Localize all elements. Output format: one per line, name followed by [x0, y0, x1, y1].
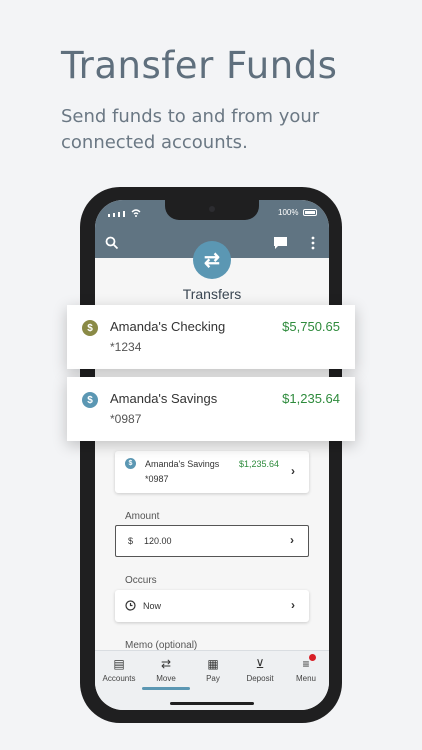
- to-account-balance: $1,235.64: [239, 459, 280, 469]
- amount-input[interactable]: $ 120.00 ›: [115, 525, 309, 557]
- occurs-value: Now: [143, 601, 162, 611]
- account-balance: $5,750.65: [282, 319, 340, 334]
- wifi-icon: [131, 209, 141, 217]
- signal-icon: [108, 209, 141, 217]
- phone-notch: [165, 200, 259, 220]
- nav-item-pay[interactable]: ▦ Pay: [190, 657, 236, 683]
- account-option-checking[interactable]: $ Amanda's Checking *1234 $5,750.65: [67, 305, 355, 369]
- pay-icon: ▦: [207, 657, 219, 671]
- to-account-selector[interactable]: $ Amanda's Savings *0987 $1,235.64 ›: [115, 451, 309, 493]
- nav-item-deposit[interactable]: ⊻ Deposit: [237, 657, 283, 683]
- account-name: Amanda's Checking: [110, 319, 226, 334]
- phone-screen: 100% ⇄ Transfers $ Amanda's Savings *098…: [95, 200, 329, 710]
- to-account-number: *0987: [145, 474, 169, 484]
- account-balance: $1,235.64: [282, 391, 340, 406]
- to-account-name: Amanda's Savings: [145, 459, 220, 469]
- occurs-selector[interactable]: Now ›: [115, 590, 309, 622]
- promo-title: Transfer Funds: [61, 44, 338, 87]
- chevron-right-icon: ›: [291, 464, 295, 478]
- accounts-icon: ▤: [113, 657, 125, 671]
- screen-title: Transfers: [182, 286, 242, 302]
- occurs-label: Occurs: [125, 575, 157, 586]
- more-options-icon[interactable]: [311, 236, 315, 250]
- dollar-coin-icon: $: [82, 320, 98, 336]
- clock-icon: [125, 600, 136, 611]
- nav-item-accounts[interactable]: ▤ Accounts: [96, 657, 142, 683]
- currency-symbol: $: [128, 536, 134, 546]
- amount-label: Amount: [125, 511, 160, 522]
- notification-dot: [309, 654, 316, 661]
- chevron-right-icon: ›: [291, 598, 295, 612]
- menu-icon: ≡: [302, 657, 310, 671]
- account-option-savings[interactable]: $ Amanda's Savings *0987 $1,235.64: [67, 377, 355, 441]
- move-icon: ⇄: [160, 657, 172, 671]
- home-indicator: [170, 702, 254, 705]
- dollar-coin-icon: $: [125, 458, 136, 469]
- battery-percent: 100%: [278, 208, 299, 217]
- account-number: *0987: [110, 412, 142, 426]
- account-number: *1234: [110, 340, 142, 354]
- bottom-nav: ▤ Accounts ⇄ Move ▦ Pay ⊻ Deposit ≡ Menu: [95, 650, 329, 710]
- battery-icon: [303, 209, 317, 216]
- promo-subtitle: Send funds to and from your connected ac…: [61, 106, 320, 153]
- chevron-right-icon: ›: [290, 533, 294, 547]
- deposit-icon: ⊻: [255, 657, 265, 671]
- transfer-arrows-icon: ⇄: [193, 241, 231, 279]
- chat-icon[interactable]: [273, 236, 288, 250]
- search-icon[interactable]: [105, 236, 119, 250]
- account-name: Amanda's Savings: [110, 391, 218, 406]
- active-tab-indicator: [142, 687, 190, 690]
- dollar-coin-icon: $: [82, 392, 98, 408]
- nav-item-menu[interactable]: ≡ Menu: [283, 657, 329, 683]
- amount-value: 120.00: [144, 536, 172, 546]
- nav-item-move[interactable]: ⇄ Move: [143, 657, 189, 683]
